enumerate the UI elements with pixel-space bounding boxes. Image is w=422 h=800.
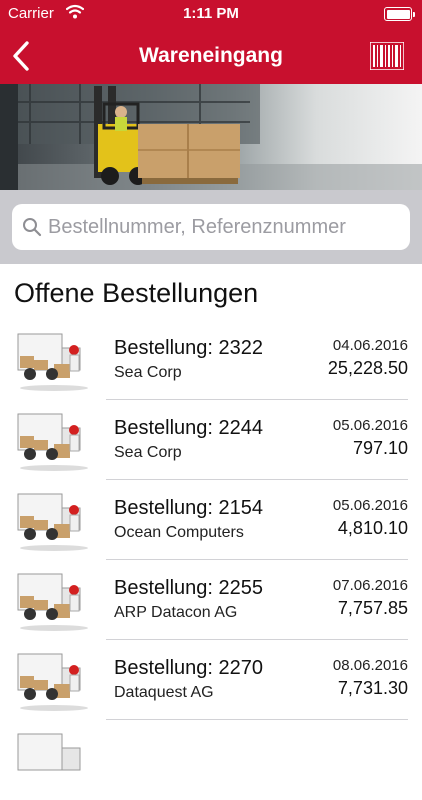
delivery-truck-icon	[17, 573, 88, 631]
search-icon	[23, 218, 42, 237]
order-number: Bestellung: 2270	[114, 657, 264, 679]
delivery-truck-icon	[17, 733, 81, 771]
company-name: Sea Corp	[114, 444, 182, 461]
order-number: Bestellung: 2244	[114, 417, 264, 439]
barcode-scan-icon[interactable]	[370, 42, 404, 70]
search-bar	[0, 190, 422, 264]
order-number: Bestellung: 2154	[114, 497, 264, 519]
delivery-truck-icon	[17, 493, 88, 551]
order-number: Bestellung: 2255	[114, 577, 264, 599]
order-date: 04.06.2016	[332, 337, 408, 354]
order-amount: 7,731.30	[337, 678, 408, 698]
order-number: Bestellung: 2322	[114, 337, 264, 359]
battery-icon	[384, 7, 415, 21]
order-date: 05.06.2016	[332, 497, 408, 514]
order-amount: 25,228.50	[327, 358, 408, 378]
forklift-warehouse-image	[0, 84, 422, 190]
search-input[interactable]	[48, 204, 408, 250]
order-amount: 7,757.85	[337, 598, 408, 618]
search-field[interactable]	[12, 204, 410, 250]
page-title: Wareneingang	[139, 44, 283, 67]
hero-banner-image	[0, 84, 422, 190]
list-item[interactable]: Bestellung: 2255 ARP Datacon AG 07.06.20…	[0, 560, 422, 640]
list-item-partial[interactable]	[0, 720, 422, 800]
status-bar: Carrier 1:11 PM	[0, 0, 422, 28]
delivery-truck-icon	[17, 413, 88, 471]
clock: 1:11 PM	[183, 5, 239, 22]
delivery-truck-icon	[17, 333, 88, 391]
list-item[interactable]: Bestellung: 2244 Sea Corp 05.06.2016 797…	[0, 400, 422, 480]
order-amount: 4,810.10	[337, 518, 408, 538]
company-name: ARP Datacon AG	[114, 604, 238, 621]
company-name: Ocean Computers	[114, 524, 244, 541]
section-title: Offene Bestellungen	[14, 278, 259, 308]
company-name: Sea Corp	[114, 364, 182, 381]
order-amount: 797.10	[352, 438, 408, 458]
company-name: Dataquest AG	[114, 684, 214, 701]
order-date: 05.06.2016	[332, 417, 408, 434]
list-item[interactable]: Bestellung: 2322 Sea Corp 04.06.2016 25,…	[0, 320, 422, 400]
order-date: 08.06.2016	[332, 657, 408, 674]
orders-list: Bestellung: 2322 Sea Corp 04.06.2016 25,…	[0, 320, 422, 800]
list-item[interactable]: Bestellung: 2270 Dataquest AG 08.06.2016…	[0, 640, 422, 720]
delivery-truck-icon	[17, 653, 88, 711]
navigation-bar: Wareneingang	[0, 28, 422, 84]
order-date: 07.06.2016	[332, 577, 408, 594]
list-item[interactable]: Bestellung: 2154 Ocean Computers 05.06.2…	[0, 480, 422, 560]
